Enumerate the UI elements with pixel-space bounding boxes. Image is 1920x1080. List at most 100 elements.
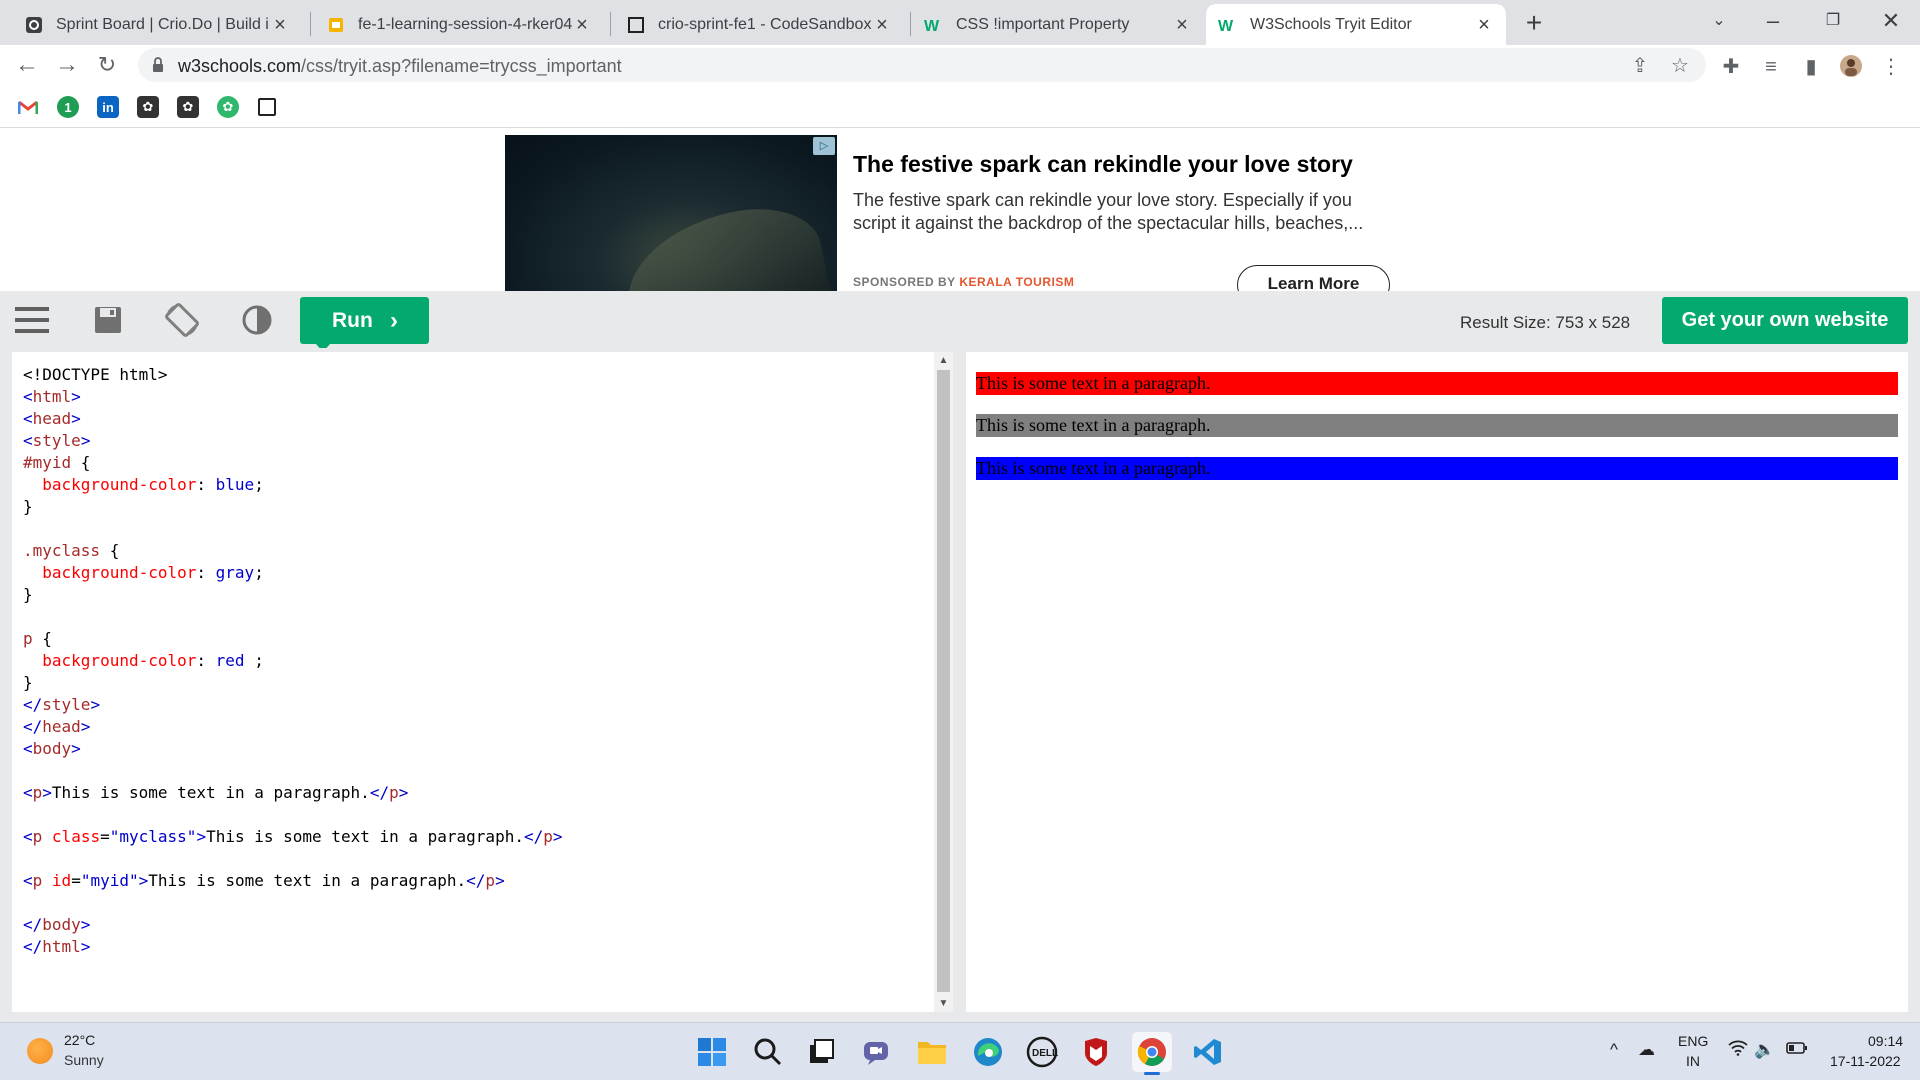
share-icon[interactable]: ⇪ (1628, 54, 1652, 78)
windows-start-icon[interactable] (692, 1032, 732, 1072)
more-menu-icon[interactable]: ⋮ (1878, 54, 1904, 80)
forward-arrow-icon[interactable]: → (51, 49, 83, 81)
minimize-icon[interactable]: – (1750, 6, 1796, 36)
rotate-layout-icon[interactable] (163, 301, 201, 339)
code-line: p { (23, 629, 52, 648)
onedrive-cloud-icon[interactable]: ☁ (1638, 1040, 1655, 1060)
code-line: <p class="myclass">This is some text in … (23, 827, 563, 846)
code-line: </html> (23, 937, 91, 956)
ad-title[interactable]: The festive spark can rekindle your love… (853, 151, 1353, 178)
svg-text:W: W (924, 18, 940, 33)
address-bar[interactable]: w3schools.com/css/tryit.asp?filename=try… (138, 48, 1706, 82)
bookmark-star-icon[interactable]: ☆ (1668, 54, 1692, 78)
code-line: <p>This is some text in a paragraph.</p> (23, 783, 409, 802)
get-your-own-website-button[interactable]: Get your own website (1662, 297, 1908, 344)
wifi-icon[interactable] (1728, 1040, 1748, 1061)
code-line: <body> (23, 739, 81, 758)
browser-toolbar: ← → ↻ w3schools.com/css/tryit.asp?filena… (0, 45, 1920, 85)
result-paragraph-gray: This is some text in a paragraph. (976, 414, 1898, 437)
bookmark-one-icon[interactable]: 1 (57, 96, 79, 118)
extensions-puzzle-icon[interactable]: ✚ (1718, 54, 1744, 80)
ad-image[interactable]: ▷ (505, 135, 837, 291)
tab-separator (310, 12, 311, 36)
code-editor[interactable]: <!DOCTYPE html> <html> <head> <style> #myid … (12, 352, 953, 1012)
bookmark-leaf-icon[interactable]: ✿ (217, 96, 239, 118)
task-view-icon[interactable] (802, 1032, 842, 1072)
vscode-icon[interactable] (1188, 1032, 1228, 1072)
code-scrollbar[interactable]: ▲ ▼ (934, 352, 953, 1012)
linkedin-icon[interactable]: in (97, 96, 119, 118)
sun-weather-icon[interactable] (27, 1038, 53, 1064)
ad-choices-icon[interactable]: ▷ (813, 137, 835, 155)
close-icon[interactable]: × (270, 15, 290, 35)
run-button[interactable]: Run › (300, 297, 429, 344)
close-icon[interactable]: × (572, 15, 592, 35)
new-tab-button[interactable]: + (1518, 8, 1550, 40)
bookmarks-bar: 1 in ✿ ✿ ✿ (0, 85, 1920, 128)
code-line: } (23, 673, 33, 692)
region-indicator[interactable]: IN (1686, 1053, 1700, 1069)
result-frame[interactable]: This is some text in a paragraph. This i… (966, 352, 1908, 1012)
teams-chat-icon[interactable] (856, 1032, 896, 1072)
code-line: background-color: red ; (42, 651, 264, 670)
battery-icon[interactable] (1786, 1040, 1808, 1060)
weather-condition[interactable]: Sunny (64, 1052, 104, 1068)
chrome-icon[interactable] (1132, 1032, 1172, 1075)
code-line: <p id="myid">This is some text in a para… (23, 871, 505, 890)
language-indicator[interactable]: ENG (1678, 1033, 1708, 1049)
w3schools-icon: W (1218, 15, 1238, 35)
code-text[interactable]: <!DOCTYPE html> <html> <head> <style> #myid … (23, 364, 563, 958)
tab-search-chevron-icon[interactable]: ⌄ (1696, 6, 1742, 36)
restore-icon[interactable]: ❐ (1810, 6, 1856, 36)
browser-tab-strip: Sprint Board | Crio.Do | Build inte × fe… (0, 0, 1920, 45)
tab-css-important[interactable]: W CSS !important Property × (912, 4, 1204, 45)
volume-icon[interactable]: 🔈 (1754, 1040, 1775, 1060)
tab-tryit-editor[interactable]: W W3Schools Tryit Editor × (1206, 4, 1506, 45)
reload-icon[interactable]: ↻ (91, 49, 123, 81)
save-disk-icon[interactable] (89, 301, 127, 339)
close-icon[interactable]: × (1172, 15, 1192, 35)
gmail-icon[interactable] (17, 96, 39, 118)
dell-icon[interactable]: DELL (1022, 1032, 1062, 1072)
scroll-up-arrow-icon[interactable]: ▲ (934, 352, 953, 369)
bookmark-shield-icon-2[interactable]: ✿ (177, 96, 199, 118)
code-line: </body> (23, 915, 91, 934)
weather-temperature[interactable]: 22°C (64, 1032, 95, 1048)
media-control-icon[interactable]: ≡ (1758, 54, 1784, 80)
edge-browser-icon[interactable] (968, 1032, 1008, 1072)
code-line: <style> (23, 431, 91, 450)
code-line: background-color: blue; (42, 475, 264, 494)
clock-time[interactable]: 09:14 (1868, 1033, 1903, 1049)
tab-codesandbox[interactable]: crio-sprint-fe1 - CodeSandbox × (614, 4, 904, 45)
codesandbox-bookmark-icon[interactable] (258, 98, 276, 116)
chevron-right-icon: › (390, 307, 398, 334)
clock-date[interactable]: 17-11-2022 (1830, 1053, 1901, 1069)
crio-icon (24, 15, 44, 35)
w3schools-icon: W (924, 15, 944, 35)
chevron-up-icon[interactable]: ^ (1610, 1040, 1618, 1060)
tab-crio[interactable]: Sprint Board | Crio.Do | Build inte × (12, 4, 302, 45)
window-close-icon[interactable]: ✕ (1868, 6, 1914, 36)
close-icon[interactable]: × (872, 15, 892, 35)
scrollbar-thumb[interactable] (937, 370, 950, 992)
menu-hamburger-icon[interactable] (13, 301, 51, 339)
dark-mode-contrast-icon[interactable] (238, 301, 276, 339)
svg-text:DELL: DELL (1032, 1048, 1058, 1059)
close-icon[interactable]: × (1474, 15, 1494, 35)
slides-icon (326, 15, 346, 35)
search-icon[interactable] (748, 1032, 788, 1072)
tab-slides[interactable]: fe-1-learning-session-4-rker04 - × (314, 4, 604, 45)
avatar[interactable] (1838, 54, 1864, 80)
back-arrow-icon[interactable]: ← (11, 49, 43, 81)
side-panel-icon[interactable]: ▮ (1798, 54, 1824, 80)
tab-title: crio-sprint-fe1 - CodeSandbox (658, 15, 872, 33)
bookmark-shield-icon[interactable]: ✿ (137, 96, 159, 118)
ad-sponsored-label: SPONSORED BY (853, 275, 956, 289)
file-explorer-icon[interactable] (912, 1032, 952, 1072)
url-domain: w3schools.com (178, 56, 302, 76)
scroll-down-arrow-icon[interactable]: ▼ (934, 995, 953, 1012)
result-paragraph-red: This is some text in a paragraph. (976, 372, 1898, 395)
mcafee-shield-icon[interactable] (1076, 1032, 1116, 1072)
